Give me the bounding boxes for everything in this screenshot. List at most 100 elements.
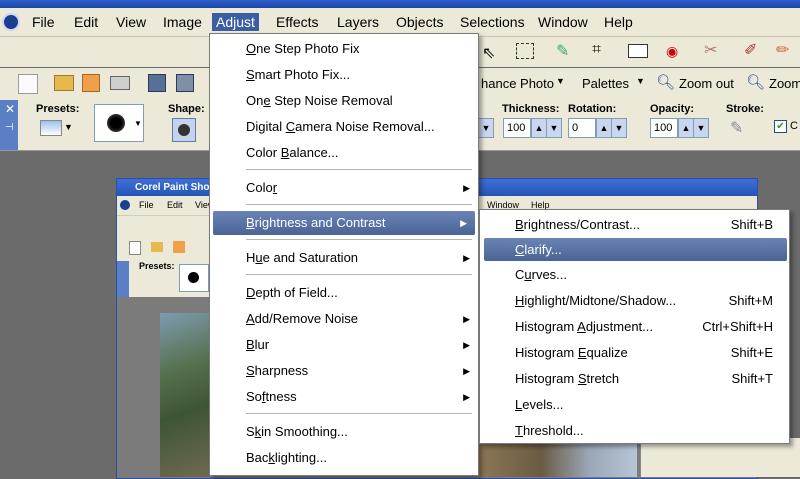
browse-icon[interactable] xyxy=(82,74,100,92)
enhance-photo-button[interactable]: hance Photo xyxy=(481,76,554,91)
zoom-out-button[interactable]: Zoom out xyxy=(679,76,734,91)
selection-tool-icon[interactable] xyxy=(516,43,534,59)
new-file-icon[interactable] xyxy=(18,74,38,94)
pin-icon[interactable]: ⊣ xyxy=(5,122,14,133)
thickness-input[interactable]: 100 xyxy=(503,118,531,138)
nested-menu-edit[interactable]: Edit xyxy=(167,200,183,210)
menu-edit[interactable]: Edit xyxy=(70,13,102,31)
menu-selections[interactable]: Selections xyxy=(456,13,529,31)
menu-layers[interactable]: Layers xyxy=(333,13,383,31)
submenu-item-histogram-equalize[interactable]: Histogram Equalize Shift+E xyxy=(480,340,789,366)
crop-tool-icon[interactable]: ⌗ xyxy=(592,41,601,59)
menu-help[interactable]: Help xyxy=(600,13,637,31)
menu-item-add-remove-noise[interactable]: Add/Remove Noise ▶ xyxy=(210,307,478,331)
menu-separator xyxy=(246,239,472,240)
clone-brush-icon[interactable]: ✐ xyxy=(744,40,757,60)
rotation-spinner[interactable]: ▲ xyxy=(596,118,612,138)
stroke-brush-icon[interactable]: ✎ xyxy=(730,118,743,138)
opacity-dropdown[interactable]: ▼ xyxy=(693,118,709,138)
stroke-checkbox[interactable]: ✔ xyxy=(774,120,787,133)
app-title-bar xyxy=(0,0,800,8)
shortcut-label: Shift+E xyxy=(730,345,773,360)
brush-tip-icon xyxy=(107,114,125,132)
app-icon[interactable] xyxy=(2,13,20,31)
menu-item-digital-camera-noise-removal[interactable]: Digital Camera Noise Removal... xyxy=(210,115,478,139)
zoom-in-icon[interactable]: 🔍︎ xyxy=(746,73,765,91)
chevron-down-icon[interactable]: ▼ xyxy=(636,76,645,86)
open-folder-icon[interactable] xyxy=(54,75,74,91)
presets-preview-icon[interactable] xyxy=(40,120,62,136)
menu-item-smart-photo-fix[interactable]: Smart Photo Fix... xyxy=(210,63,478,87)
nested-brush-tip-icon xyxy=(188,272,199,283)
palettes-button[interactable]: Palettes xyxy=(582,76,629,91)
opacity-input[interactable]: 100 xyxy=(650,118,678,138)
menu-separator xyxy=(246,169,472,170)
zoom-in-button[interactable]: Zoom xyxy=(769,76,800,91)
rotation-label: Rotation: xyxy=(568,103,617,115)
menu-item-sharpness[interactable]: Sharpness ▶ xyxy=(210,359,478,383)
paint-brush-icon[interactable]: ✏ xyxy=(776,40,789,60)
submenu-arrow-icon: ▶ xyxy=(463,392,470,402)
palette-grip[interactable]: ✕ ⊣ xyxy=(0,100,18,150)
menu-item-backlighting[interactable]: Backlighting... xyxy=(210,446,478,470)
menu-item-softness[interactable]: Softness ▶ xyxy=(210,385,478,409)
rotation-dropdown[interactable]: ▼ xyxy=(611,118,627,138)
menu-window[interactable]: Window xyxy=(534,13,592,31)
menu-item-color-balance[interactable]: Color Balance... xyxy=(210,141,478,165)
submenu-item-levels[interactable]: Levels... xyxy=(480,392,789,418)
menu-item-blur[interactable]: Blur ▶ xyxy=(210,333,478,357)
brush-tip-preview[interactable]: ▼ xyxy=(94,104,144,142)
submenu-item-brightness-contrast[interactable]: Brightness/Contrast... Shift+B xyxy=(480,212,789,238)
shortcut-label: Shift+B xyxy=(730,217,773,232)
opacity-spinner[interactable]: ▲ xyxy=(678,118,694,138)
photo-canvas[interactable] xyxy=(160,313,210,477)
photo-canvas-right[interactable] xyxy=(477,444,637,477)
shortcut-label: Shift+M xyxy=(728,293,773,308)
menu-file[interactable]: File xyxy=(28,13,59,31)
submenu-item-histogram-stretch[interactable]: Histogram Stretch Shift+T xyxy=(480,366,789,392)
save-icon[interactable] xyxy=(148,74,166,92)
submenu-arrow-icon: ▶ xyxy=(463,314,470,324)
makeover-tool-icon[interactable]: ✂ xyxy=(704,40,717,60)
menu-item-skin-smoothing[interactable]: Skin Smoothing... xyxy=(210,420,478,444)
chevron-down-icon[interactable]: ▼ xyxy=(134,119,142,128)
nested-presets-label: Presets: xyxy=(139,261,175,271)
menu-view[interactable]: View xyxy=(112,13,150,31)
menu-item-color[interactable]: Color ▶ xyxy=(210,176,478,200)
thickness-spinner[interactable]: ▲ xyxy=(531,118,547,138)
submenu-item-highlight-midtone-shadow[interactable]: Highlight/Midtone/Shadow... Shift+M xyxy=(480,288,789,314)
shortcut-label: Shift+T xyxy=(731,371,773,386)
pointer-tool-icon[interactable]: ⇖ xyxy=(482,43,495,63)
submenu-item-clarify[interactable]: Clarify... xyxy=(484,238,787,261)
menu-effects[interactable]: Effects xyxy=(272,13,323,31)
eyedropper-tool-icon[interactable]: ✎ xyxy=(556,41,569,61)
rotation-input[interactable]: 0 xyxy=(568,118,596,138)
menu-image[interactable]: Image xyxy=(159,13,206,31)
submenu-item-curves[interactable]: Curves... xyxy=(480,262,789,288)
round-shape-button[interactable] xyxy=(172,118,196,142)
nested-palette-grip xyxy=(117,261,129,297)
close-icon[interactable]: ✕ xyxy=(5,102,15,116)
straighten-tool-icon[interactable] xyxy=(628,44,648,58)
menu-item-depth-of-field[interactable]: Depth of Field... xyxy=(210,281,478,305)
spin-down-button[interactable]: ▼ xyxy=(478,118,494,138)
submenu-item-histogram-adjustment[interactable]: Histogram Adjustment... Ctrl+Shift+H xyxy=(480,314,789,340)
menu-item-hue-and-saturation[interactable]: Hue and Saturation ▶ xyxy=(210,246,478,270)
circle-icon xyxy=(178,124,190,136)
chevron-down-icon[interactable]: ▼ xyxy=(556,76,565,86)
menu-objects[interactable]: Objects xyxy=(392,13,447,31)
chevron-down-icon[interactable]: ▼ xyxy=(64,122,73,132)
menu-item-one-step-photo-fix[interactable]: One Step Photo Fix xyxy=(210,37,478,61)
menu-item-one-step-noise-removal[interactable]: One Step Noise Removal xyxy=(210,89,478,113)
checkbox-label: C xyxy=(790,120,798,132)
thickness-dropdown[interactable]: ▼ xyxy=(546,118,562,138)
red-eye-tool-icon[interactable]: ◉ xyxy=(666,43,678,60)
submenu-item-threshold[interactable]: Threshold... xyxy=(480,418,789,444)
zoom-out-icon[interactable]: 🔍︎ xyxy=(656,73,675,91)
menu-item-brightness-and-contrast[interactable]: Brightness and Contrast ▶ xyxy=(213,211,475,235)
save-as-icon[interactable] xyxy=(176,74,194,92)
nested-menu-file[interactable]: File xyxy=(139,200,154,210)
submenu-arrow-icon: ▶ xyxy=(463,340,470,350)
menu-adjust[interactable]: Adjust xyxy=(212,13,259,31)
scan-icon[interactable] xyxy=(110,76,130,90)
